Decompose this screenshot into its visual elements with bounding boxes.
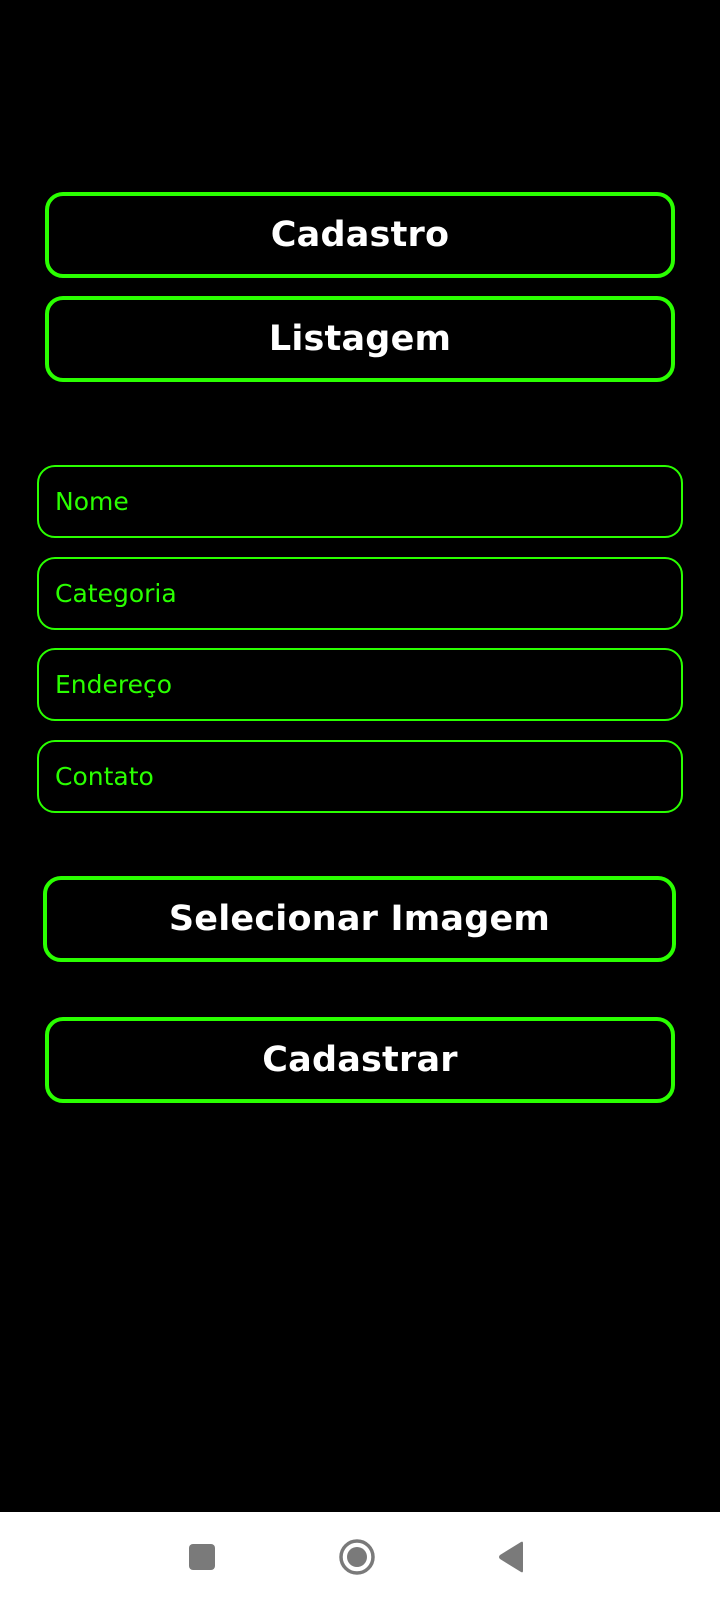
cadastro-button[interactable]: Cadastro <box>45 192 675 278</box>
nome-input[interactable] <box>37 465 683 538</box>
select-image-button[interactable]: Selecionar Imagem <box>43 876 676 962</box>
square-icon <box>189 1544 215 1570</box>
app-screen: Cadastro Listagem Selecionar Imagem Cada… <box>0 0 720 1600</box>
system-navigation-bar <box>0 1512 720 1600</box>
back-button[interactable] <box>487 1532 537 1582</box>
contato-input[interactable] <box>37 740 683 813</box>
cadastrar-submit-button[interactable]: Cadastrar <box>45 1017 675 1103</box>
endereco-input[interactable] <box>37 648 683 721</box>
listagem-button[interactable]: Listagem <box>45 296 675 382</box>
categoria-input[interactable] <box>37 557 683 630</box>
circle-icon <box>339 1539 375 1575</box>
recents-button[interactable] <box>177 1532 227 1582</box>
home-button[interactable] <box>332 1532 382 1582</box>
triangle-back-icon <box>499 1541 523 1573</box>
